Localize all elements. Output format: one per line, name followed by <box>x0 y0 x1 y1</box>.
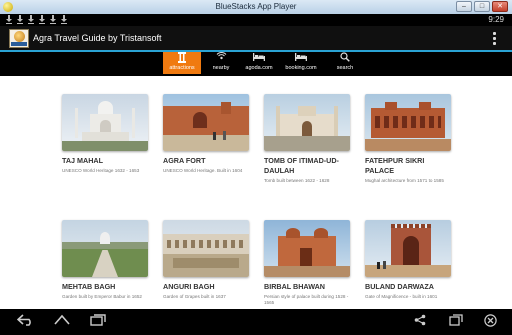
window-title: BlueStacks App Player <box>215 2 297 11</box>
bed-icon <box>241 52 277 64</box>
fatehpur-sikri-photo <box>365 94 451 151</box>
attraction-description: Garden of Grapes built in 1637 <box>163 294 226 299</box>
bed-icon <box>279 52 323 64</box>
maximize-button[interactable]: □ <box>474 1 490 12</box>
medal-icon <box>14 31 25 42</box>
attraction-card-birbal-bhawan[interactable]: BIRBAL BHAWAN Persian style of palace bu… <box>264 220 350 306</box>
attraction-name: BIRBAL BHAWAN <box>264 282 325 291</box>
tab-bar: attractions nearby agoda.com booking.com <box>0 52 512 76</box>
agra-fort-photo <box>163 94 249 151</box>
attraction-name: TOMB OF ITIMAD-UD-DAULAH <box>264 156 339 175</box>
close-window-button[interactable]: ✕ <box>492 1 508 12</box>
window-title-bar: BlueStacks App Player – □ ✕ <box>0 0 512 14</box>
attraction-card-anguri-bagh[interactable]: ANGURI BAGH Garden of Grapes built in 16… <box>163 220 249 300</box>
tab-agoda[interactable]: agoda.com <box>241 52 277 74</box>
mehtab-bagh-photo <box>62 220 148 277</box>
window-controls: – □ ✕ <box>456 1 508 12</box>
bluestacks-logo-icon <box>3 2 13 12</box>
window-icon[interactable] <box>448 314 464 330</box>
attraction-name: ANGURI BAGH <box>163 282 215 291</box>
birbal-bhawan-photo <box>264 220 350 277</box>
download-icon <box>17 15 23 24</box>
attraction-description: UNESCO World Heritage 1632 - 1653 <box>62 168 140 173</box>
app-title: Agra Travel Guide by Tristansoft <box>33 33 162 43</box>
home-icon[interactable] <box>50 314 74 330</box>
attraction-card-mehtab-bagh[interactable]: MEHTAB BAGH Garden built by Emperor Babu… <box>62 220 148 300</box>
download-icon <box>50 15 56 24</box>
status-bar: 9:29 <box>0 14 512 26</box>
attraction-card-itimad-ud-daulah[interactable]: TOMB OF ITIMAD-UD-DAULAH Tomb built betw… <box>264 94 350 184</box>
download-icon <box>6 15 12 24</box>
download-icon <box>61 15 67 24</box>
tab-booking[interactable]: booking.com <box>279 52 323 74</box>
download-icon <box>39 15 45 24</box>
attraction-description: Tomb built between 1622 - 1628 <box>264 178 330 183</box>
attractions-grid: TAJ MAHAL UNESCO World Heritage 1632 - 1… <box>0 76 512 309</box>
tab-nearby[interactable]: nearby <box>203 52 239 74</box>
itimad-ud-daulah-photo <box>264 94 350 151</box>
minimize-button[interactable]: – <box>456 1 472 12</box>
attraction-description: Mughal architecture from 1571 to 1585 <box>365 178 444 183</box>
action-bar: Agra Travel Guide by Tristansoft <box>0 26 512 52</box>
download-icon <box>28 15 34 24</box>
share-icon[interactable] <box>412 314 428 330</box>
signal-icon <box>203 52 239 64</box>
attraction-card-buland-darwaza[interactable]: BULAND DARWAZA Gate of Magnificence - bu… <box>365 220 451 300</box>
taj-mahal-photo <box>62 94 148 151</box>
attraction-card-fatehpur-sikri[interactable]: FATEHPUR SIKRI PALACE Mughal architectur… <box>365 94 451 184</box>
navigation-bar <box>0 309 512 335</box>
attraction-name: BULAND DARWAZA <box>365 282 434 291</box>
buland-darwaza-photo <box>365 220 451 277</box>
back-icon[interactable] <box>14 314 38 330</box>
agra-strip <box>11 42 27 46</box>
notification-icons <box>6 15 67 24</box>
attraction-description: UNESCO World Heritage. Built in 1604 <box>163 168 243 173</box>
tab-attractions[interactable]: attractions <box>163 52 201 74</box>
attraction-name: FATEHPUR SIKRI PALACE <box>365 156 425 175</box>
attraction-description: Persian style of palace built during 152… <box>264 294 349 305</box>
close-icon[interactable] <box>482 314 498 330</box>
attraction-name: TAJ MAHAL <box>62 156 103 165</box>
attraction-card-agra-fort[interactable]: AGRA FORT UNESCO World Heritage. Built i… <box>163 94 249 174</box>
attraction-name: MEHTAB BAGH <box>62 282 116 291</box>
attraction-description: Garden built by Emperor Babur in 1652 <box>62 294 142 299</box>
recent-apps-icon[interactable] <box>86 314 110 330</box>
attraction-name: AGRA FORT <box>163 156 206 165</box>
anguri-bagh-photo <box>163 220 249 277</box>
tab-search[interactable]: search <box>325 52 365 74</box>
pillar-icon <box>163 52 201 64</box>
status-clock: 9:29 <box>488 15 504 24</box>
attraction-description: Gate of Magnificence - built in 1601 <box>365 294 438 299</box>
agra-app-icon[interactable] <box>9 29 29 48</box>
bluestacks-window: BlueStacks App Player – □ ✕ 9:29 Agra Tr… <box>0 0 512 335</box>
overflow-menu-icon[interactable] <box>493 32 496 45</box>
attraction-card-taj-mahal[interactable]: TAJ MAHAL UNESCO World Heritage 1632 - 1… <box>62 94 148 174</box>
search-icon <box>325 52 365 64</box>
